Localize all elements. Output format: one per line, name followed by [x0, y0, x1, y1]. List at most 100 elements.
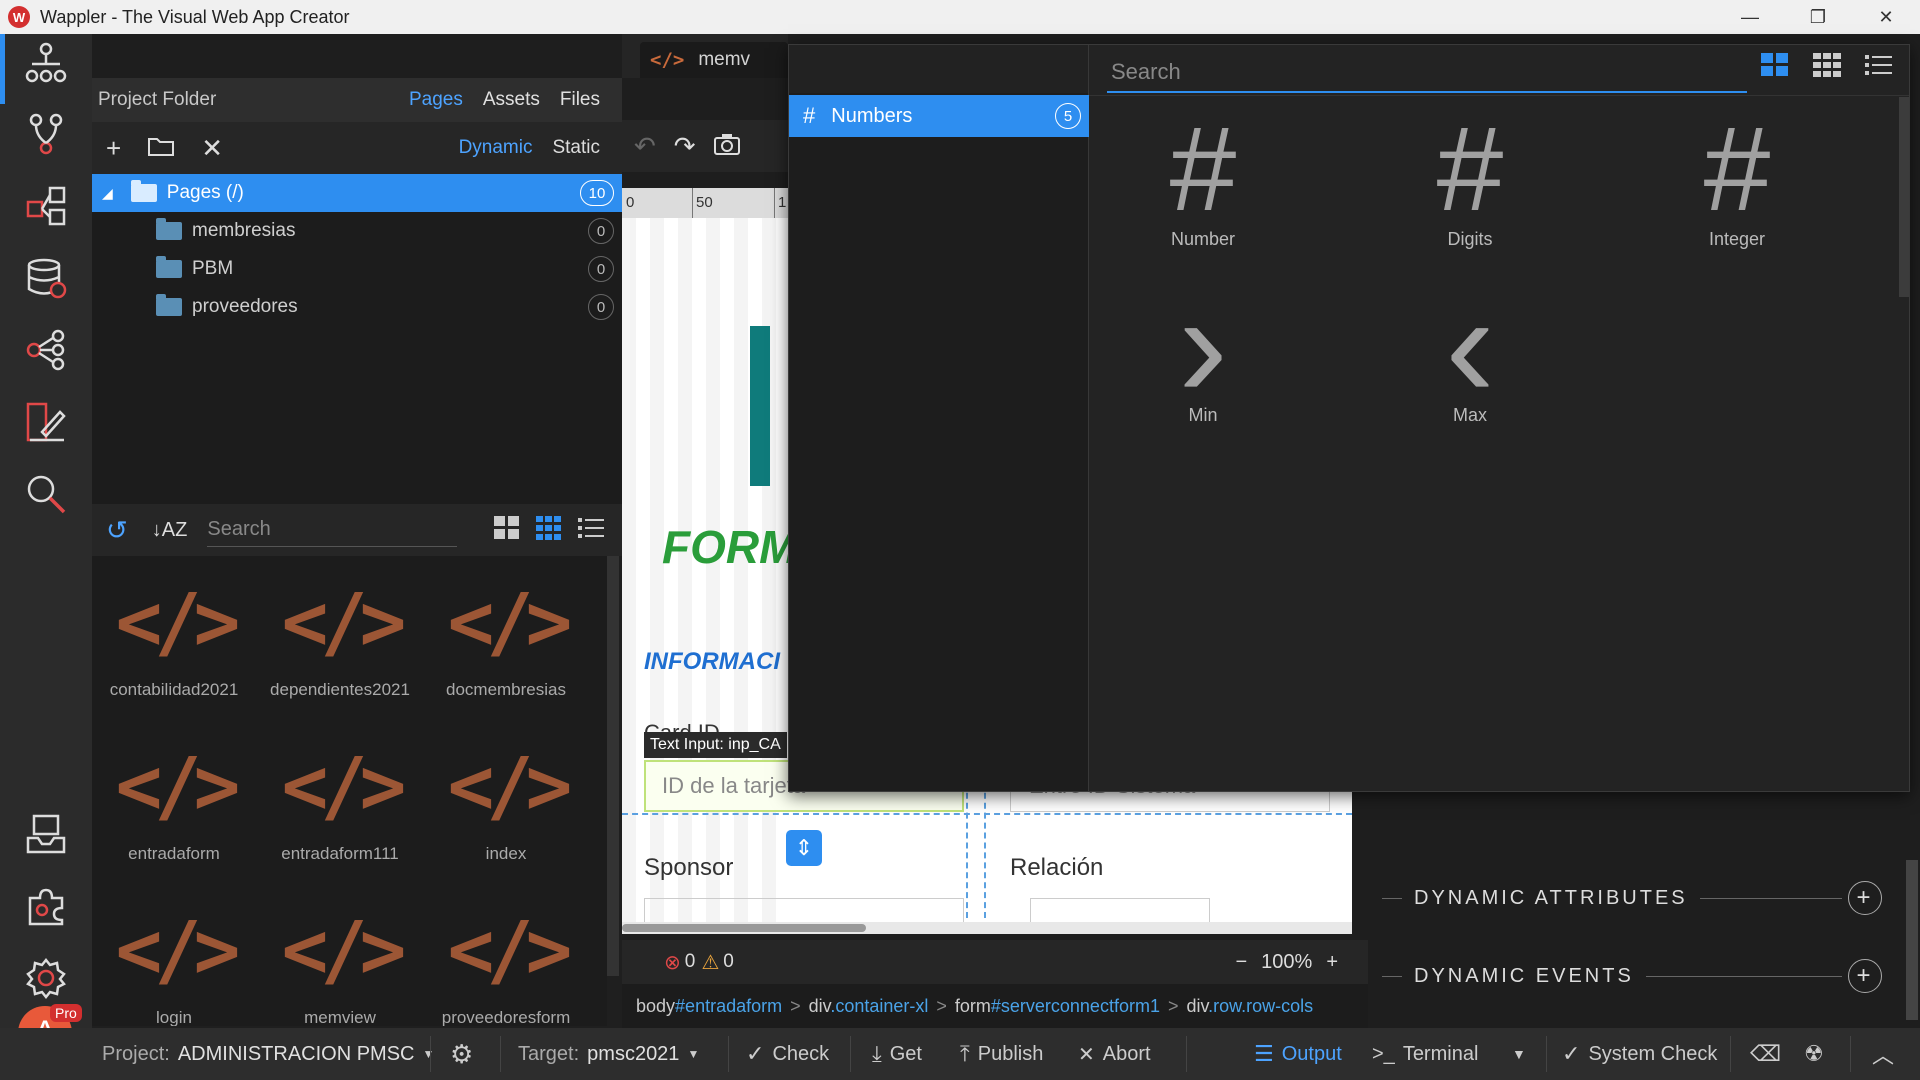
asset-label: docmembresias	[446, 680, 566, 699]
tree-item-proveedores[interactable]: proveedores 0	[92, 288, 622, 326]
function-integer[interactable]: # Integer	[1627, 109, 1847, 259]
large-grid-view-icon[interactable]	[494, 515, 520, 545]
checkmark-icon: ✓	[746, 1041, 765, 1066]
asset-item[interactable]: </> docmembresias	[426, 568, 586, 728]
share-icon[interactable]	[16, 320, 76, 380]
assets-search-input[interactable]: Search	[207, 513, 458, 547]
add-icon[interactable]: +	[106, 133, 121, 164]
history-icon[interactable]: ↺	[106, 515, 128, 546]
target-selector[interactable]: Target: pmsc2021 ▼	[518, 1028, 699, 1080]
bug-icon[interactable]: ☢	[1804, 1028, 1824, 1080]
asset-item[interactable]: </> memview	[260, 896, 420, 1026]
asset-item[interactable]: </> dependientes2021	[260, 568, 420, 728]
assets-toolbar: ↺ ↓AZ Search	[92, 504, 622, 556]
publish-button[interactable]: ⤒ Publish	[960, 1028, 1043, 1080]
asset-item[interactable]: </> index	[426, 732, 586, 892]
asset-item[interactable]: </> entradaform111	[260, 732, 420, 892]
large-grid-view-icon[interactable]	[1761, 53, 1789, 82]
section-dynamic-attributes[interactable]: DYNAMIC ATTRIBUTES +	[1382, 878, 1882, 918]
redo-icon[interactable]: ↷	[674, 131, 696, 162]
delete-icon[interactable]: ✕	[201, 133, 223, 164]
output-panel-toggle[interactable]: ☰ Output	[1254, 1028, 1342, 1080]
project-settings-gear-icon[interactable]: ⚙	[450, 1028, 473, 1080]
sponsor-input[interactable]	[644, 898, 964, 922]
code-file-icon: </>	[650, 49, 685, 71]
git-branch-icon[interactable]	[16, 104, 76, 164]
tree-item-pbm[interactable]: PBM 0	[92, 250, 622, 288]
extensions-puzzle-icon[interactable]	[16, 876, 76, 936]
section-heading[interactable]: INFORMACI	[644, 648, 780, 676]
zoom-in-button[interactable]: +	[1326, 951, 1338, 974]
horizontal-ruler: 0 50 1	[622, 188, 788, 218]
check-button[interactable]: ✓ Check	[746, 1028, 829, 1080]
asset-item[interactable]: </> entradaform	[94, 732, 254, 892]
zoom-out-button[interactable]: −	[1235, 951, 1247, 974]
search-icon[interactable]	[16, 464, 76, 524]
expand-triangle-icon[interactable]: ◢	[102, 185, 113, 202]
section-dynamic-events[interactable]: DYNAMIC EVENTS +	[1382, 956, 1882, 996]
tree-item-membresias[interactable]: membresias 0	[92, 212, 622, 250]
form-title[interactable]: FORM	[662, 520, 797, 574]
picker-scrollbar[interactable]	[1899, 97, 1909, 297]
sort-az-icon[interactable]: ↓AZ	[152, 519, 188, 542]
error-count[interactable]: 0	[685, 951, 696, 973]
breadcrumb-item[interactable]: div.row.row-cols	[1186, 996, 1313, 1017]
relacion-input[interactable]	[1030, 898, 1210, 922]
list-view-icon[interactable]	[578, 516, 604, 545]
editor-tab-memview[interactable]: </> memv	[640, 42, 788, 78]
scrollbar-thumb[interactable]	[622, 924, 866, 932]
properties-scrollbar[interactable]	[1906, 860, 1918, 1020]
sponsor-label[interactable]: Sponsor	[644, 854, 733, 882]
terminal-panel-toggle[interactable]: >_ Terminal	[1372, 1028, 1478, 1080]
chevron-up-icon[interactable]: ︿	[1872, 1028, 1894, 1080]
canvas-horizontal-scrollbar[interactable]	[622, 922, 1352, 934]
get-button[interactable]: ⤓ Get	[872, 1028, 922, 1080]
camera-icon[interactable]	[713, 131, 740, 162]
project-selector[interactable]: Project: ADMINISTRACION PMSC ▼	[102, 1028, 434, 1080]
inbox-icon[interactable]	[16, 804, 76, 864]
add-dynamic-attribute-button[interactable]: +	[1848, 881, 1882, 915]
breadcrumb-item[interactable]: body#entradaform	[636, 996, 782, 1017]
tab-pages[interactable]: Pages	[409, 89, 463, 111]
database-icon[interactable]	[16, 248, 76, 308]
breadcrumb-item[interactable]: div.container-xl	[809, 996, 929, 1017]
system-check-button[interactable]: ✓ System Check	[1562, 1028, 1717, 1080]
tree-item-pages-root[interactable]: ◢ Pages (/) 10	[92, 174, 622, 212]
folder-icon	[156, 256, 182, 278]
restore-button[interactable]: ❐	[1784, 0, 1852, 34]
minimize-button[interactable]: —	[1716, 0, 1784, 34]
list-view-icon[interactable]	[1865, 53, 1893, 82]
tab-assets[interactable]: Assets	[483, 89, 540, 111]
abort-button[interactable]: ✕ Abort	[1078, 1028, 1151, 1080]
breadcrumb-item[interactable]: form#serverconnectform1	[955, 996, 1160, 1017]
assets-scrollbar[interactable]	[607, 556, 619, 976]
new-folder-icon[interactable]	[147, 133, 175, 164]
asset-item[interactable]: </> contabilidad2021	[94, 568, 254, 728]
add-dynamic-event-button[interactable]: +	[1848, 959, 1882, 993]
picker-search-input[interactable]: Search	[1107, 53, 1747, 93]
function-digits[interactable]: # Digits	[1360, 109, 1580, 259]
move-element-handle[interactable]: ⇕	[786, 830, 822, 866]
function-number[interactable]: # Number	[1093, 109, 1313, 259]
function-max[interactable]: ‹ Max	[1360, 270, 1580, 435]
app-structure-icon[interactable]	[16, 34, 76, 94]
tab-files[interactable]: Files	[560, 89, 600, 111]
eraser-icon[interactable]: ⌫	[1750, 1028, 1781, 1080]
settings-gear-icon[interactable]	[16, 948, 76, 1008]
mode-dynamic[interactable]: Dynamic	[459, 137, 533, 159]
undo-icon[interactable]: ↶	[634, 131, 656, 162]
small-grid-view-icon[interactable]	[1813, 53, 1841, 82]
small-grid-view-icon[interactable]	[536, 515, 562, 545]
category-numbers[interactable]: # Numbers 5	[789, 95, 1089, 137]
close-button[interactable]: ✕	[1852, 0, 1920, 34]
design-pencil-icon[interactable]	[16, 392, 76, 452]
function-min[interactable]: › Min	[1093, 270, 1313, 435]
server-connect-icon[interactable]	[16, 176, 76, 236]
asset-item[interactable]: </> login	[94, 896, 254, 1026]
warning-count[interactable]: 0	[723, 951, 734, 973]
editor-status-row: ⊗ 0 ⚠ 0 − 100% +	[622, 940, 1368, 984]
asset-item[interactable]: </> proveedoresform	[426, 896, 586, 1026]
terminal-options-chevron-icon[interactable]: ▼	[1512, 1028, 1526, 1080]
mode-static[interactable]: Static	[552, 137, 600, 159]
relacion-label[interactable]: Relación	[1010, 854, 1103, 882]
